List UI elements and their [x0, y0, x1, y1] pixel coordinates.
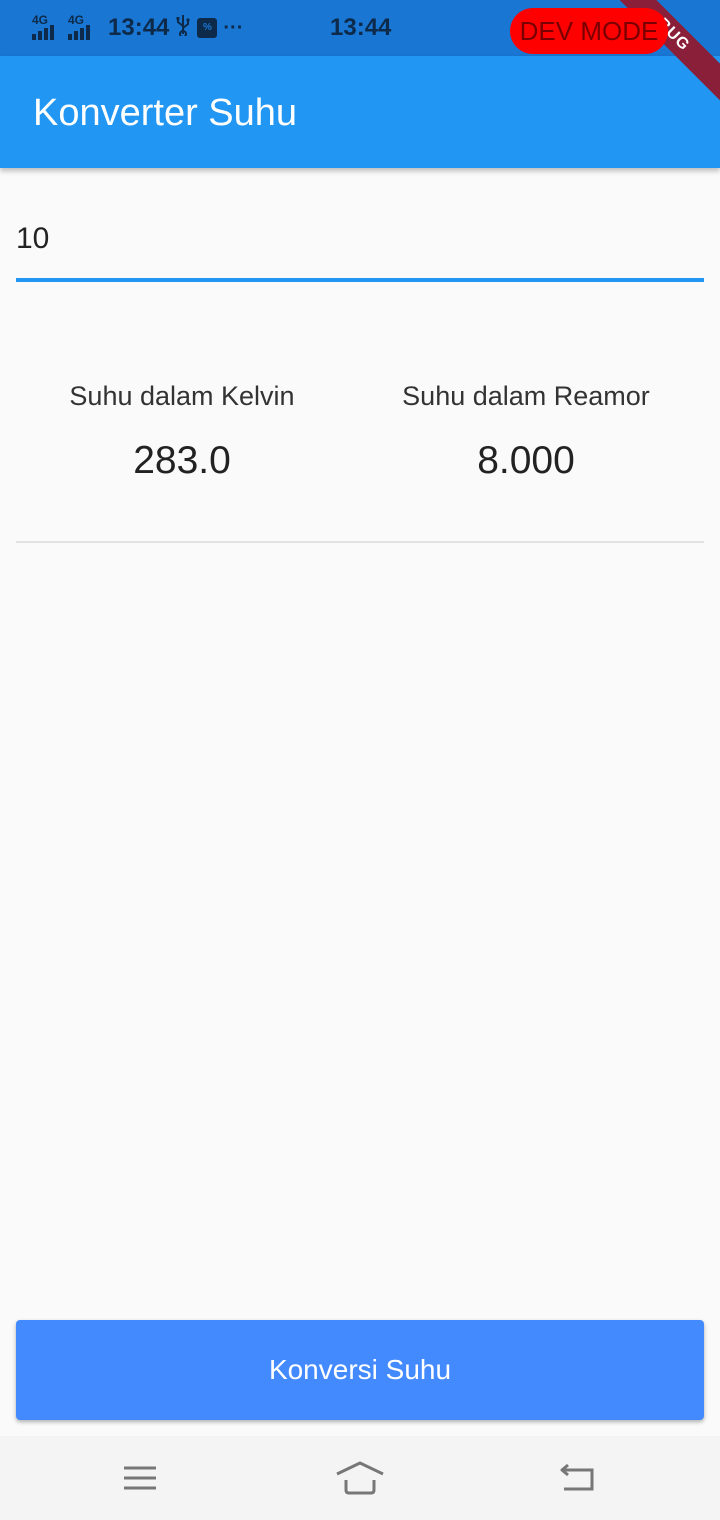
kelvin-value: 283.0 — [133, 439, 231, 482]
temperature-input-container — [16, 200, 704, 282]
divider — [16, 541, 704, 543]
app-bar: Konverter Suhu — [0, 56, 720, 168]
status-clock: 13:44 — [330, 14, 392, 41]
menu-icon[interactable] — [110, 1454, 170, 1502]
kelvin-label: Suhu dalam Kelvin — [69, 381, 295, 411]
status-bar: 4G 4G 13:44 % ··· 13:44 DEV MODE BUG — [0, 0, 720, 112]
back-icon[interactable] — [548, 1454, 608, 1502]
signal-icon: 4G — [32, 14, 62, 42]
reamur-value: 8.000 — [477, 439, 575, 482]
app-notification-icon: % — [197, 18, 218, 38]
kelvin-result: Suhu dalam Kelvin 283.0 — [17, 376, 347, 484]
signal-icon: 4G — [68, 14, 98, 42]
navigation-bar — [0, 1436, 720, 1520]
status-time: 13:44 — [108, 14, 170, 41]
status-left: 4G 4G 13:44 % ··· — [32, 12, 243, 44]
page-title: Konverter Suhu — [33, 92, 298, 134]
home-icon[interactable] — [330, 1454, 390, 1502]
convert-button[interactable]: Konversi Suhu — [16, 1320, 704, 1420]
screen: 4G 4G 13:44 % ··· 13:44 DEV MODE BUG Kon… — [0, 0, 720, 1520]
reamur-label: Suhu dalam Reamor — [402, 381, 650, 411]
more-dots-icon: ··· — [223, 16, 244, 39]
usb-icon — [175, 14, 191, 42]
temperature-input[interactable] — [16, 200, 704, 278]
dev-mode-badge: DEV MODE — [510, 8, 668, 54]
input-underline — [16, 278, 704, 282]
reamur-result: Suhu dalam Reamor 8.000 — [361, 376, 691, 484]
